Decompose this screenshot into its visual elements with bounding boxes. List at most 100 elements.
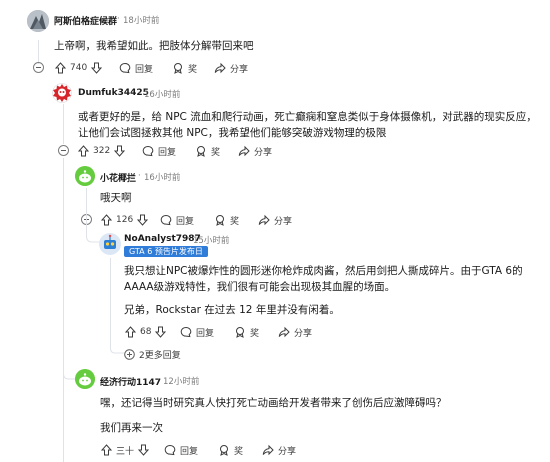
- comment-icon: [164, 444, 176, 456]
- separator-dot: ·: [187, 234, 190, 244]
- award-icon: [220, 445, 228, 456]
- thread-connector: [110, 340, 124, 354]
- reply-button[interactable]: 回复: [180, 325, 214, 339]
- award-label: 奖: [234, 446, 244, 457]
- default-avatar-icon: [75, 166, 95, 186]
- share-button[interactable]: 分享: [214, 61, 248, 75]
- award-button[interactable]: 奖: [218, 443, 243, 457]
- avatar[interactable]: [75, 166, 95, 186]
- collapse-icon[interactable]: [58, 145, 69, 156]
- default-avatar-icon: [75, 369, 95, 389]
- award-label: 奖: [211, 147, 221, 158]
- reply-button[interactable]: 回复: [164, 443, 198, 457]
- share-button[interactable]: 分享: [278, 325, 312, 339]
- downvote-icon[interactable]: [114, 145, 126, 157]
- share-button[interactable]: 分享: [258, 213, 292, 227]
- comment-icon: [180, 326, 192, 338]
- share-icon: [262, 444, 274, 456]
- award-label: 奖: [188, 64, 198, 75]
- share-button[interactable]: 分享: [262, 443, 296, 457]
- award-label: 奖: [230, 216, 240, 227]
- add-icon: [124, 348, 135, 360]
- award-icon: [174, 63, 182, 74]
- more-replies-button[interactable]: 2更多回复: [124, 347, 181, 361]
- vote-group: 126: [101, 213, 149, 227]
- avatar[interactable]: [99, 233, 121, 255]
- user-flair: GTA 6 预告片发布日: [124, 246, 208, 257]
- share-icon: [258, 214, 270, 226]
- vote-group: 68: [125, 325, 167, 339]
- separator-dot: ·: [157, 375, 160, 385]
- award-button[interactable]: 奖: [172, 61, 197, 75]
- robot-avatar-icon: [99, 233, 121, 255]
- separator-dot: ·: [138, 88, 141, 98]
- share-label: 分享: [294, 328, 313, 339]
- avatar[interactable]: [52, 83, 72, 103]
- comment-icon: [142, 145, 154, 157]
- vote-count: 68: [140, 327, 152, 337]
- comment-body: 或者更好的是，给 NPC 流血和爬行动画，死亡癫痫和窒息类似于身体摄像机，对武器…: [78, 111, 537, 139]
- share-label: 分享: [254, 147, 273, 158]
- timestamp: 18小时前: [123, 16, 160, 26]
- thread-line-3[interactable]: [86, 188, 87, 214]
- reply-button[interactable]: 回复: [160, 213, 194, 227]
- comment-body: 哦天啊: [100, 192, 132, 204]
- avatar[interactable]: [75, 369, 95, 389]
- username[interactable]: 小花椰拦: [100, 171, 136, 184]
- share-button[interactable]: 分享: [238, 144, 272, 158]
- thread-line-1[interactable]: [38, 40, 39, 64]
- award-button[interactable]: 奖: [195, 144, 220, 158]
- comment-body: 上帝啊，我希望如此。把肢体分解带回来吧: [54, 40, 254, 52]
- upvote-icon[interactable]: [55, 62, 66, 74]
- downvote-icon[interactable]: [138, 444, 150, 456]
- downvote-icon[interactable]: [137, 214, 149, 226]
- upvote-icon[interactable]: [78, 145, 89, 157]
- reply-label: 回复: [196, 328, 215, 339]
- award-label: 奖: [250, 328, 260, 339]
- reply-label: 回复: [135, 64, 154, 75]
- more-replies-label: 2更多回复: [139, 350, 181, 361]
- thread-line-2[interactable]: [63, 104, 64, 144]
- downvote-icon[interactable]: [155, 326, 167, 338]
- award-icon: [236, 327, 244, 338]
- username[interactable]: 经济行动1147: [100, 375, 161, 388]
- comment-icon: [160, 214, 172, 226]
- vote-group: 三十: [101, 443, 150, 457]
- award-icon: [197, 146, 205, 157]
- reply-button[interactable]: 回复: [119, 61, 153, 75]
- avatar[interactable]: [27, 10, 49, 32]
- comment-body: 我只想让NPC被爆炸性的圆形迷你枪炸成肉酱，然后用剑把人撕成碎片。由于GTA 6…: [124, 265, 523, 293]
- downvote-icon[interactable]: [91, 62, 103, 74]
- separator-dot: ·: [138, 171, 141, 181]
- upvote-icon[interactable]: [101, 214, 112, 226]
- separator-dot: ·: [117, 14, 120, 24]
- vote-count: 三十: [116, 446, 135, 457]
- reply-button[interactable]: 回复: [142, 144, 176, 158]
- reply-label: 回复: [180, 446, 199, 457]
- award-icon: [216, 215, 224, 226]
- timestamp: 15小时前: [193, 236, 230, 246]
- thread-line-2b[interactable]: [63, 158, 64, 462]
- thread-line-4[interactable]: [110, 258, 111, 346]
- skull-avatar-icon: [52, 83, 72, 103]
- vote-count: 740: [70, 63, 88, 73]
- vote-count: 126: [116, 215, 134, 225]
- reply-label: 回复: [158, 147, 177, 158]
- award-button[interactable]: 奖: [234, 325, 259, 339]
- vote-group: 740: [55, 61, 103, 75]
- upvote-icon[interactable]: [125, 326, 136, 338]
- vote-group: 322: [78, 144, 126, 158]
- collapse-icon[interactable]: [33, 62, 44, 73]
- share-label: 分享: [278, 446, 297, 457]
- vote-count: 322: [93, 146, 111, 156]
- comment-body: 我们再来一次: [100, 422, 163, 434]
- reply-label: 回复: [176, 216, 195, 227]
- award-button[interactable]: 奖: [214, 213, 239, 227]
- comment-icon: [119, 62, 131, 74]
- share-icon: [214, 62, 226, 74]
- timestamp: 12小时前: [163, 377, 200, 387]
- share-icon: [238, 145, 250, 157]
- upvote-icon[interactable]: [101, 444, 112, 456]
- share-label: 分享: [274, 216, 293, 227]
- username[interactable]: 阿斯伯格症候群: [54, 14, 117, 27]
